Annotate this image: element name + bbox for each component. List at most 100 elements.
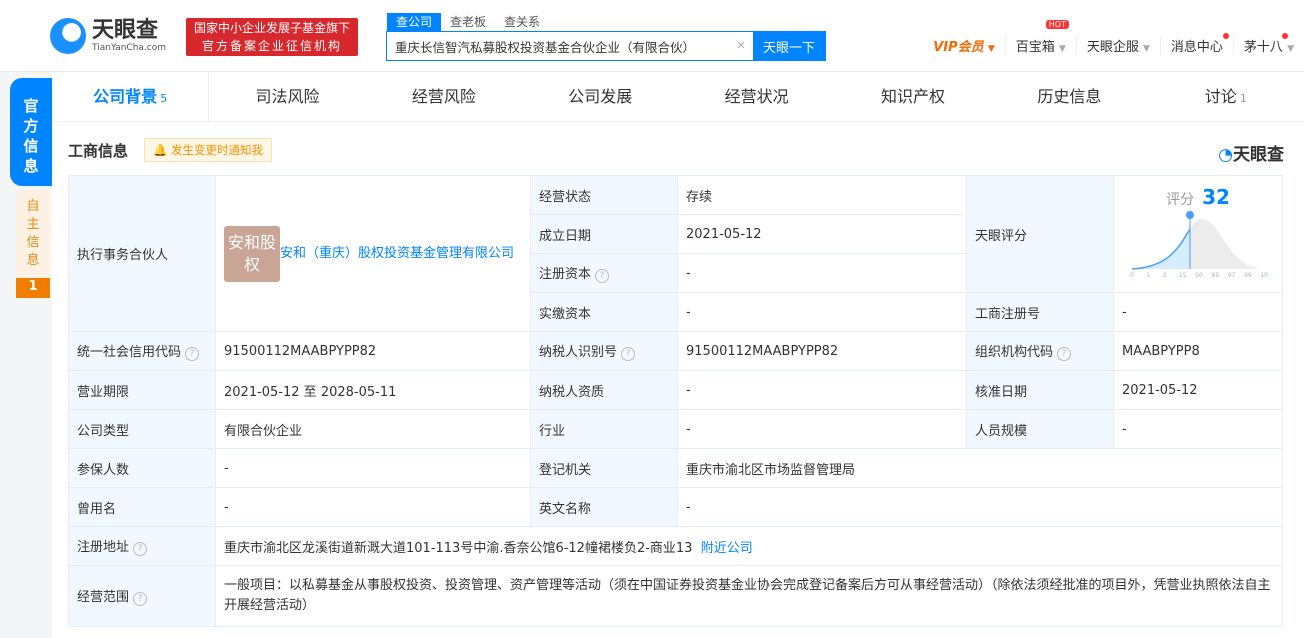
org-value: MAABPYPP8 (1113, 331, 1283, 371)
status-label: 经营状态 (530, 175, 678, 215)
partner-link[interactable]: 安和（重庆）股权投资基金管理有限公司 (280, 243, 520, 265)
tax-id-label: 纳税人识别号? (530, 331, 678, 371)
unread-dot (1222, 33, 1229, 39)
help-icon[interactable]: ? (133, 542, 148, 556)
logo-icon (50, 18, 86, 54)
logo-icon: ◔ (1218, 145, 1233, 165)
tax-qual-label: 纳税人资质 (530, 370, 678, 410)
credit-label: 统一社会信用代码? (68, 331, 216, 371)
tab-ip[interactable]: 知识产权 (835, 72, 991, 121)
side-tab-self[interactable]: 自主信息 1 (16, 190, 50, 298)
authority-label: 登记机关 (530, 448, 678, 488)
badge-line2: 官方备案企业征信机构 (201, 39, 342, 53)
score-marker-pin (1186, 211, 1194, 219)
tax-qual-value: - (677, 370, 967, 410)
baibaoxiang-menu[interactable]: HOT 百宝箱 ▼ (1004, 20, 1076, 55)
side-tab-official[interactable]: 官方信息 (10, 78, 52, 186)
former-value: - (215, 487, 531, 527)
insured-value: - (215, 448, 531, 488)
help-icon[interactable]: ? (621, 347, 636, 361)
business-info-table: 执行事务合伙人 安和股权安和（重庆）股权投资基金管理有限公司 经营状态 存续 天… (68, 175, 1283, 627)
main-panel: 公司背景 5 司法风险 经营风险 公司发展 经营状况 知识产权 历史信息 讨论 1 … (52, 72, 1304, 638)
score-cell[interactable]: 评分 32 0 1 3 15 50 85 97 99 100 (1113, 175, 1283, 293)
tab-discussion[interactable]: 讨论 1 (1148, 72, 1304, 121)
score-tick-label: 97 (1228, 272, 1236, 279)
search-button[interactable]: 天眼一下 (753, 32, 825, 60)
tab-count: 1 (1239, 92, 1247, 105)
tab-count: 5 (160, 92, 168, 105)
score-tick-label: 50 (1195, 272, 1203, 279)
help-icon[interactable]: ? (595, 269, 610, 283)
score-tick-label: 0 (1130, 272, 1134, 279)
label-text: 组织机构代码 (975, 345, 1054, 360)
label-text: 注册资本 (539, 267, 592, 282)
tab-legal-risk[interactable]: 司法风险 (209, 72, 365, 121)
term-value: 2021-05-12 至 2028-05-11 (215, 370, 531, 410)
reg-cap-label: 注册资本? (530, 253, 678, 293)
partner-cell: 安和股权安和（重庆）股权投资基金管理有限公司 (215, 175, 531, 332)
tab-history[interactable]: 历史信息 (991, 72, 1147, 121)
search-tab-relation[interactable]: 查关系 (495, 13, 549, 31)
org-label: 组织机构代码? (966, 331, 1114, 371)
notify-button[interactable]: 🔔 发生变更时通知我 (144, 138, 272, 162)
search-box: ✕ 天眼一下 (386, 31, 826, 61)
en-label: 英文名称 (530, 487, 678, 527)
tab-label: 公司背景 (93, 87, 158, 106)
insured-label: 参保人数 (68, 448, 216, 488)
en-value: - (677, 487, 1283, 527)
score-tick-label: 85 (1212, 272, 1220, 279)
score-title: 评分 (1166, 192, 1195, 208)
partner-label: 执行事务合伙人 (68, 175, 216, 332)
tab-company-background[interactable]: 公司背景 5 (52, 72, 210, 121)
header: 天眼查 TianYanCha.com 国家中小企业发展子基金旗下 官方备案企业征信机… (0, 0, 1304, 72)
unread-dot (1282, 33, 1288, 39)
user-name: 茅十八 (1243, 40, 1283, 55)
score-area-left (1132, 229, 1190, 269)
type-value: 有限合伙企业 (215, 409, 531, 449)
authority-value: 重庆市渝北区市场监督管理局 (677, 448, 1283, 488)
address-cell: 重庆市渝北区龙溪街道新溉大道101-113号中渝.香奈公馆6-12幢裙楼负2-商… (215, 526, 1283, 566)
messages-link[interactable]: 消息中心 (1159, 33, 1233, 55)
badge-line1: 国家中小企业发展子基金旗下 (193, 21, 350, 35)
paid-cap-value: - (677, 292, 967, 332)
founded-value: 2021-05-12 (677, 214, 967, 254)
tab-business-risk[interactable]: 经营风险 (366, 72, 522, 121)
help-icon[interactable]: ? (1057, 347, 1072, 361)
search-tab-company[interactable]: 查公司 (387, 13, 442, 31)
score-curve-chart: 0 1 3 15 50 85 97 99 100 (1130, 211, 1272, 279)
nearby-companies-link[interactable]: 附近公司 (701, 541, 753, 556)
messages-label: 消息中心 (1170, 40, 1223, 55)
main-tabs: 公司背景 5 司法风险 经营风险 公司发展 经营状况 知识产权 历史信息 讨论 1 (52, 72, 1304, 122)
vip-label: VIP会员 (933, 40, 984, 55)
search-tab-boss[interactable]: 查老板 (441, 13, 495, 31)
help-icon[interactable]: ? (185, 347, 200, 361)
term-label: 营业期限 (68, 370, 216, 410)
search-input[interactable] (387, 32, 729, 60)
address-label: 注册地址? (68, 526, 216, 566)
scope-label: 经营范围? (68, 565, 216, 627)
label-text: 统一社会信用代码 (77, 345, 182, 360)
tab-operations[interactable]: 经营状况 (679, 72, 835, 121)
clear-icon[interactable]: ✕ (729, 32, 753, 60)
reg-cap-value: - (677, 253, 967, 293)
score-tick-label: 1 (1146, 272, 1150, 279)
founded-label: 成立日期 (530, 214, 678, 254)
former-label: 曾用名 (68, 487, 216, 527)
type-label: 公司类型 (68, 409, 216, 449)
official-badge: 国家中小企业发展子基金旗下 官方备案企业征信机构 (186, 18, 358, 56)
tab-development[interactable]: 公司发展 (522, 72, 678, 121)
help-icon[interactable]: ? (133, 592, 148, 606)
enterprise-menu[interactable]: 天眼企服 ▼ (1075, 36, 1160, 55)
tab-label: 讨论 (1204, 87, 1237, 106)
logo[interactable]: 天眼查 TianYanCha.com (50, 18, 166, 54)
label-text: 经营范围 (77, 590, 130, 605)
label-text: 纳税人识别号 (539, 345, 618, 360)
side-self-label: 自主信息 (26, 199, 40, 268)
staff-value: - (1113, 409, 1283, 449)
score-tick-label: 99 (1244, 272, 1252, 279)
score-tick-label: 100 (1260, 272, 1268, 279)
vip-menu[interactable]: VIP会员 ▼ (923, 36, 1005, 55)
user-menu[interactable]: 茅十八 ▼ (1232, 33, 1304, 55)
score-tick-label: 3 (1163, 272, 1167, 279)
side-self-count: 1 (16, 278, 50, 298)
